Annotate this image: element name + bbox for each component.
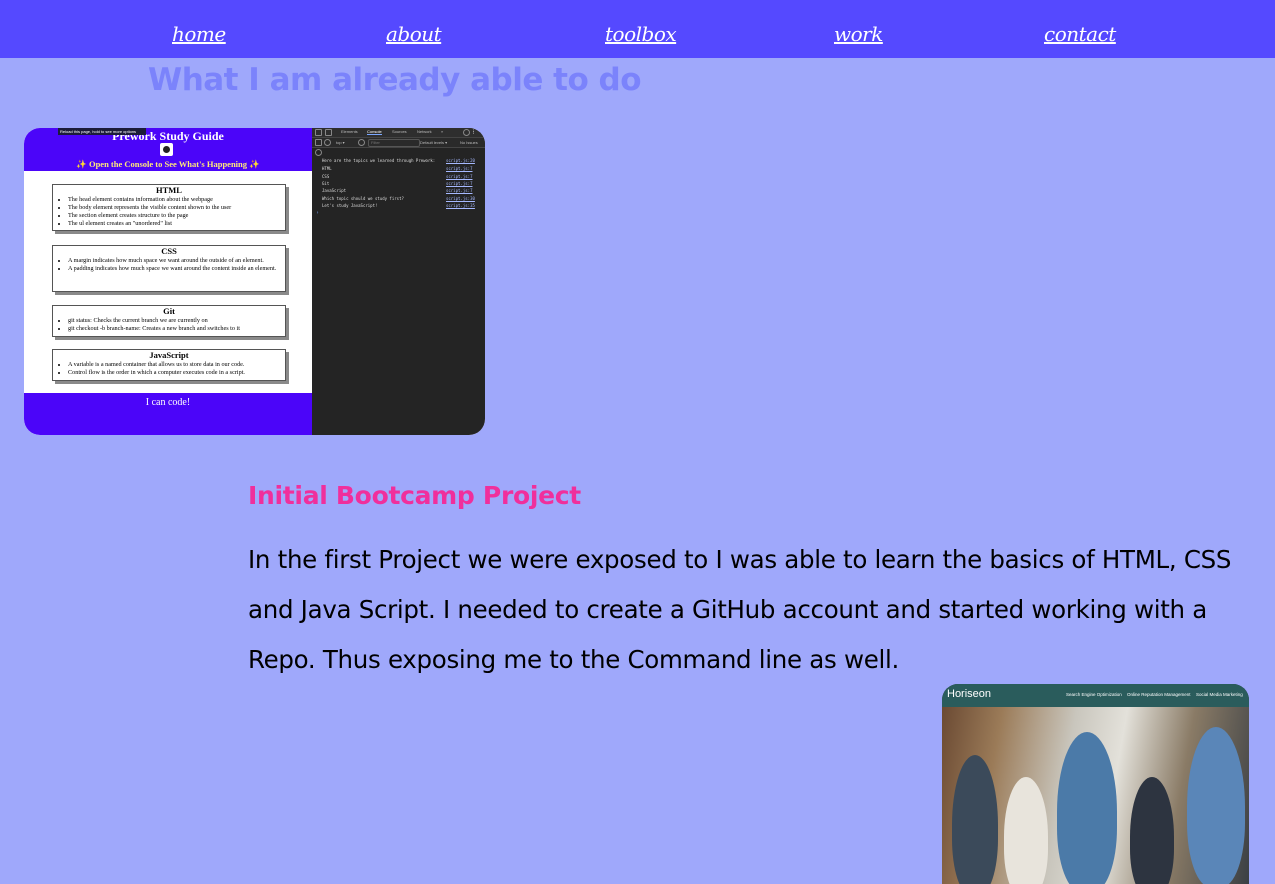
nav-link-about[interactable]: about <box>386 22 442 46</box>
card-javascript: JavaScript A variable is a named contain… <box>52 349 286 381</box>
card-heading: CSS <box>161 246 177 256</box>
console-source-link: script.js:7 <box>446 188 473 193</box>
card-heading: Git <box>163 306 175 316</box>
console-source-link: script.js:20 <box>446 158 475 163</box>
console-prompt-icon: › <box>316 210 320 216</box>
list-item: The head element contains information ab… <box>68 196 281 204</box>
nav-link-home[interactable]: home <box>172 22 226 46</box>
list-item: git status: Checks the current branch we… <box>68 317 281 325</box>
horiseon-screenshot: Horiseon Search Engine Optimization Onli… <box>942 684 1249 884</box>
study-guide-header: Prework Study Guide Reload this page, ho… <box>24 128 312 171</box>
person-figure <box>952 755 998 884</box>
top-nav: home about toolbox work contact <box>0 0 1275 58</box>
prework-study-guide-screenshot: Prework Study Guide Reload this page, ho… <box>24 128 485 435</box>
list-item: git checkout -b branch-name: Creates a n… <box>68 325 281 333</box>
study-guide-page: Prework Study Guide Reload this page, ho… <box>24 128 312 435</box>
console-log-line: Git <box>322 181 330 186</box>
console-source-link: script.js:7 <box>446 181 473 186</box>
list-item: The body element represents the visible … <box>68 204 281 212</box>
more-menu-icon <box>473 129 479 134</box>
card-heading: JavaScript <box>149 350 189 360</box>
person-figure <box>1004 777 1048 884</box>
study-guide-subtitle: ✨ Open the Console to See What's Happeni… <box>76 159 260 169</box>
tab-console: Console <box>367 129 382 135</box>
console-source-link: script.js:35 <box>446 203 475 208</box>
issues-count: No Issues <box>460 140 478 145</box>
horiseon-link-orm: Online Reputation Management <box>1127 692 1191 697</box>
project-heading: Initial Bootcamp Project <box>248 481 581 510</box>
person-figure <box>1130 777 1174 884</box>
nav-link-toolbox[interactable]: toolbox <box>605 22 677 46</box>
sidebar-icon <box>315 139 322 146</box>
card-html: HTML The head element contains informati… <box>52 184 286 231</box>
console-log-line: HTML <box>322 166 332 171</box>
levels-select: Default levels ▾ <box>420 140 448 145</box>
tab-network: Network <box>417 129 432 134</box>
horiseon-link-smm: Social Media Marketing <box>1196 692 1243 697</box>
tab-more: » <box>441 129 444 134</box>
console-log-line: Which topic should we study first? <box>322 196 404 201</box>
badge-icon <box>160 143 173 156</box>
list-item: A variable is a named container that all… <box>68 361 281 369</box>
list-item: Control flow is the order in which a com… <box>68 369 281 377</box>
person-figure <box>1057 732 1117 884</box>
console-source-link: script.js:7 <box>446 166 473 171</box>
gear-icon <box>463 129 470 136</box>
clear-console-icon <box>324 139 331 146</box>
inspect-icon <box>315 129 322 136</box>
context-select: top ▾ <box>336 140 345 145</box>
horiseon-logo: Horiseon <box>947 688 992 700</box>
console-source-link: script.js:7 <box>446 174 473 179</box>
reload-tooltip: Reload this page, hold to see more optio… <box>58 128 146 135</box>
tab-sources: Sources <box>392 129 407 134</box>
card-git: Git git status: Checks the current branc… <box>52 305 286 337</box>
tab-elements: Elements <box>341 129 358 134</box>
console-log-line: JavaScript <box>322 188 347 193</box>
console-log-line: CSS <box>322 174 330 179</box>
team-photo <box>942 707 1249 884</box>
card-css: CSS A margin indicates how much space we… <box>52 245 286 292</box>
filter-placeholder: Filter <box>371 140 380 145</box>
settings-icon <box>315 149 322 156</box>
list-item: The ul element creates an "unordered" li… <box>68 220 281 228</box>
device-toggle-icon <box>325 129 332 136</box>
nav-link-contact[interactable]: contact <box>1044 22 1116 46</box>
list-item: A padding indicates how much space we wa… <box>68 265 281 273</box>
nav-link-work[interactable]: work <box>834 22 883 46</box>
card-heading: HTML <box>156 185 182 195</box>
horiseon-link-seo: Search Engine Optimization <box>1066 692 1122 697</box>
list-item: The section element creates structure to… <box>68 212 281 220</box>
console-log-line: Here are the topics we learned through P… <box>322 158 436 163</box>
console-source-link: script.js:30 <box>446 196 475 201</box>
horiseon-nav: Horiseon Search Engine Optimization Onli… <box>942 684 1249 707</box>
study-guide-footer: I can code! <box>24 393 312 435</box>
devtools-panel: Elements Console Sources Network » top ▾… <box>312 128 485 435</box>
list-item: A margin indicates how much space we wan… <box>68 257 281 265</box>
devtools-tabs: Elements Console Sources Network » <box>312 128 485 138</box>
console-log-line: Let's study JavaScript! <box>322 203 378 208</box>
eye-icon <box>358 139 365 146</box>
person-figure <box>1187 727 1245 884</box>
footer-text: I can code! <box>145 397 191 408</box>
section-heading: What I am already able to do <box>148 62 642 98</box>
project-description: In the first Project we were exposed to … <box>248 545 1232 674</box>
